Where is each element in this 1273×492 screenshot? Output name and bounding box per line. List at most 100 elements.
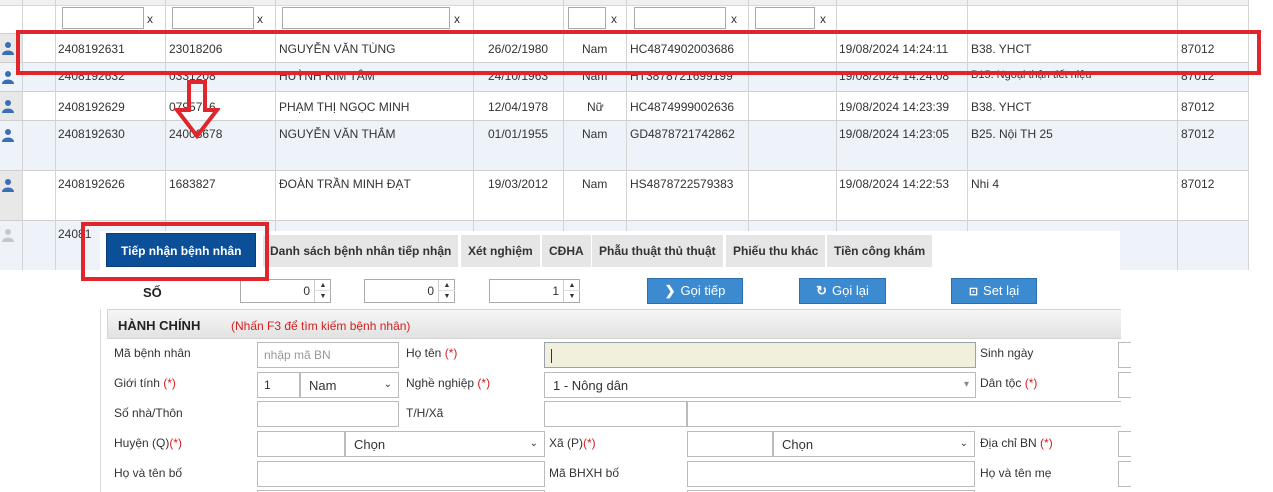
filter-ho-ten-input[interactable] [282, 7, 450, 29]
cell-ho-ten: NGUYỄN VĂN TÙNG [279, 42, 396, 56]
dan-toc-input[interactable] [1118, 372, 1131, 398]
patient-grid: x x x x x x 2408192631 23018206 NGUYỄN V… [0, 0, 1249, 270]
table-row[interactable]: 2408192629 0795716 PHẠM THỊ NGỌC MINH 12… [0, 92, 1249, 121]
panel-header: HÀNH CHÍNH (Nhấn F3 để tìm kiếm bệnh nhâ… [107, 309, 1121, 339]
so-spinner-2[interactable]: 0 ▲ ▼ [364, 279, 455, 303]
column-divider [748, 0, 749, 270]
spinner-down-icon[interactable]: ▼ [315, 291, 331, 302]
nghe-nghiep-select[interactable]: 1 - Nông dân ▾ [544, 372, 976, 398]
ma-benh-nhan-input[interactable]: nhập mã BN [257, 342, 399, 368]
dan-toc-label: Dân tộc (*) [980, 376, 1037, 390]
huyen-value: Chọn [354, 437, 386, 452]
ho-ten-input[interactable] [544, 342, 976, 368]
tab-tien-cong-kham[interactable]: Tiền công khám [827, 235, 933, 267]
thxa-label: T/H/Xã [406, 406, 444, 420]
required-mark: (*) [1040, 436, 1053, 450]
table-row[interactable]: 2408192626 1683827 ĐOÀN TRẦN MINH ĐẠT 19… [0, 171, 1249, 221]
cell-thoi-gian: 19/08/2024 14:24:11 [839, 42, 949, 56]
filter-row: x x x x x x [0, 6, 1249, 34]
tab-phieu-thu-khac[interactable]: Phiếu thu khác [726, 235, 826, 267]
filter-clear-icon[interactable]: x [611, 12, 617, 26]
goi-tiep-button[interactable]: ❯ Gọi tiếp [647, 278, 743, 304]
filter-clear-icon[interactable]: x [454, 12, 460, 26]
filter-gioi-tinh-input[interactable] [568, 7, 606, 29]
so-nha-thon-input[interactable] [257, 401, 399, 427]
filter-clear-icon[interactable]: x [820, 12, 826, 26]
gioi-tinh-select[interactable]: Nam ⌄ [300, 372, 399, 398]
ho-ten-bo-input[interactable] [257, 461, 545, 487]
filter-clear-icon[interactable]: x [257, 12, 263, 26]
user-placeholder-icon[interactable] [1, 228, 15, 242]
spinner-value: 1 [552, 284, 559, 298]
cell-khoa: B15. Ngoại thận tiết niệu [971, 69, 1092, 81]
tab-phau-thuat-thu-thuat[interactable]: Phẫu thuật thủ thuật [592, 235, 723, 267]
required-mark: (*) [444, 346, 458, 360]
column-divider [275, 0, 276, 270]
spinner-up-icon[interactable]: ▲ [564, 280, 580, 291]
user-icon[interactable] [1, 41, 15, 55]
sinh-ngay-label: Sinh ngày [980, 346, 1034, 360]
chevron-down-icon: ⌄ [383, 379, 392, 390]
tab-cdha[interactable]: CĐHA [542, 235, 591, 267]
sinh-ngay-input[interactable] [1118, 342, 1131, 368]
ma-bhxh-bo-input[interactable] [687, 461, 975, 487]
so-spinner-3[interactable]: 1 ▲ ▼ [489, 279, 580, 303]
thxa-code-input[interactable] [544, 401, 687, 427]
spinner-up-icon[interactable]: ▲ [315, 280, 331, 291]
tab-tiep-nhan-benh-nhan[interactable]: Tiếp nhận bệnh nhân [106, 233, 257, 267]
xa-select[interactable]: Chọn ⌄ [773, 431, 975, 457]
cell-gioi-tinh: Nam [582, 127, 608, 141]
spinner-down-icon[interactable]: ▼ [439, 291, 455, 302]
thxa-name-input[interactable] [687, 401, 1121, 427]
user-icon[interactable] [1, 70, 15, 84]
ho-ten-me-label: Họ và tên mẹ [980, 466, 1052, 480]
filter-clear-icon[interactable]: x [147, 12, 153, 26]
huyen-code-input[interactable] [257, 431, 345, 457]
table-row[interactable]: 2408192631 23018206 NGUYỄN VĂN TÙNG 26/0… [0, 34, 1249, 63]
huyen-label-text: Huyện (Q) [114, 436, 170, 450]
xa-code-input[interactable] [687, 431, 773, 457]
table-row[interactable]: 2408192632 0331208 HUỲNH KIM TÂM 24/10/1… [0, 63, 1249, 92]
tab-xet-nghiem[interactable]: Xét nghiệm [461, 235, 540, 267]
filter-ma-bn-input[interactable] [62, 7, 144, 29]
cell-ma: 87012 [1181, 100, 1215, 114]
dan-toc-label-text: Dân tộc [980, 376, 1022, 390]
ho-ten-label: Họ tên (*) [406, 346, 457, 360]
ho-ten-me-input[interactable] [1118, 461, 1131, 487]
user-icon[interactable] [1, 99, 15, 113]
dia-chi-bn-input[interactable] [1118, 431, 1131, 457]
set-lai-label: Set lại [983, 283, 1020, 298]
gioi-tinh-label-text: Giới tính [114, 376, 160, 390]
ma-bhxh-bo-label: Mã BHXH bố [549, 466, 620, 480]
so-label: SỐ [143, 285, 162, 300]
tab-danh-sach-benh-nhan-tiep-nhan[interactable]: Danh sách bệnh nhân tiếp nhận [263, 235, 459, 267]
so-spinner-1[interactable]: 0 ▲ ▼ [240, 279, 331, 303]
gioi-tinh-code-input[interactable]: 1 [257, 372, 300, 398]
cell-ngay-sinh: 12/04/1978 [488, 100, 549, 114]
huyen-select[interactable]: Chọn ⌄ [345, 431, 545, 457]
gioi-tinh-value: Nam [309, 378, 337, 393]
filter-so-the-input[interactable] [172, 7, 254, 29]
user-icon[interactable] [1, 178, 15, 192]
user-icon[interactable] [1, 128, 15, 142]
column-divider [836, 0, 837, 270]
cell-khoa: B25. Nội TH 25 [971, 127, 1053, 141]
filter-misc-input[interactable] [755, 7, 815, 29]
cell-thoi-gian: 19/08/2024 14:23:05 [839, 127, 950, 141]
column-divider [626, 0, 627, 270]
cell-ma-bn: 2408192629 [58, 100, 125, 114]
table-row[interactable]: 2408192630 24008678 NGUYỄN VĂN THẮM 01/0… [0, 121, 1249, 171]
cell-bhyt: HT3878721699199 [630, 69, 733, 83]
cell-thoi-gian: 19/08/2024 14:23:39 [839, 100, 950, 114]
set-lai-button[interactable]: ⊡ Set lại [951, 278, 1037, 304]
filter-bhyt-input[interactable] [634, 7, 726, 29]
cell-ma-bn: 2408192626 [58, 177, 125, 191]
column-divider [967, 0, 968, 270]
goi-lai-button[interactable]: ↻ Gọi lại [799, 278, 886, 304]
required-mark: (*) [163, 376, 176, 390]
spinner-up-icon[interactable]: ▲ [439, 280, 455, 291]
filter-clear-icon[interactable]: x [731, 12, 737, 26]
spinner-down-icon[interactable]: ▼ [564, 291, 580, 302]
panel-hint: (Nhấn F3 để tìm kiếm bệnh nhân) [231, 319, 411, 333]
main-tabs: Tiếp nhận bệnh nhân Danh sách bệnh nhân … [100, 231, 1120, 271]
